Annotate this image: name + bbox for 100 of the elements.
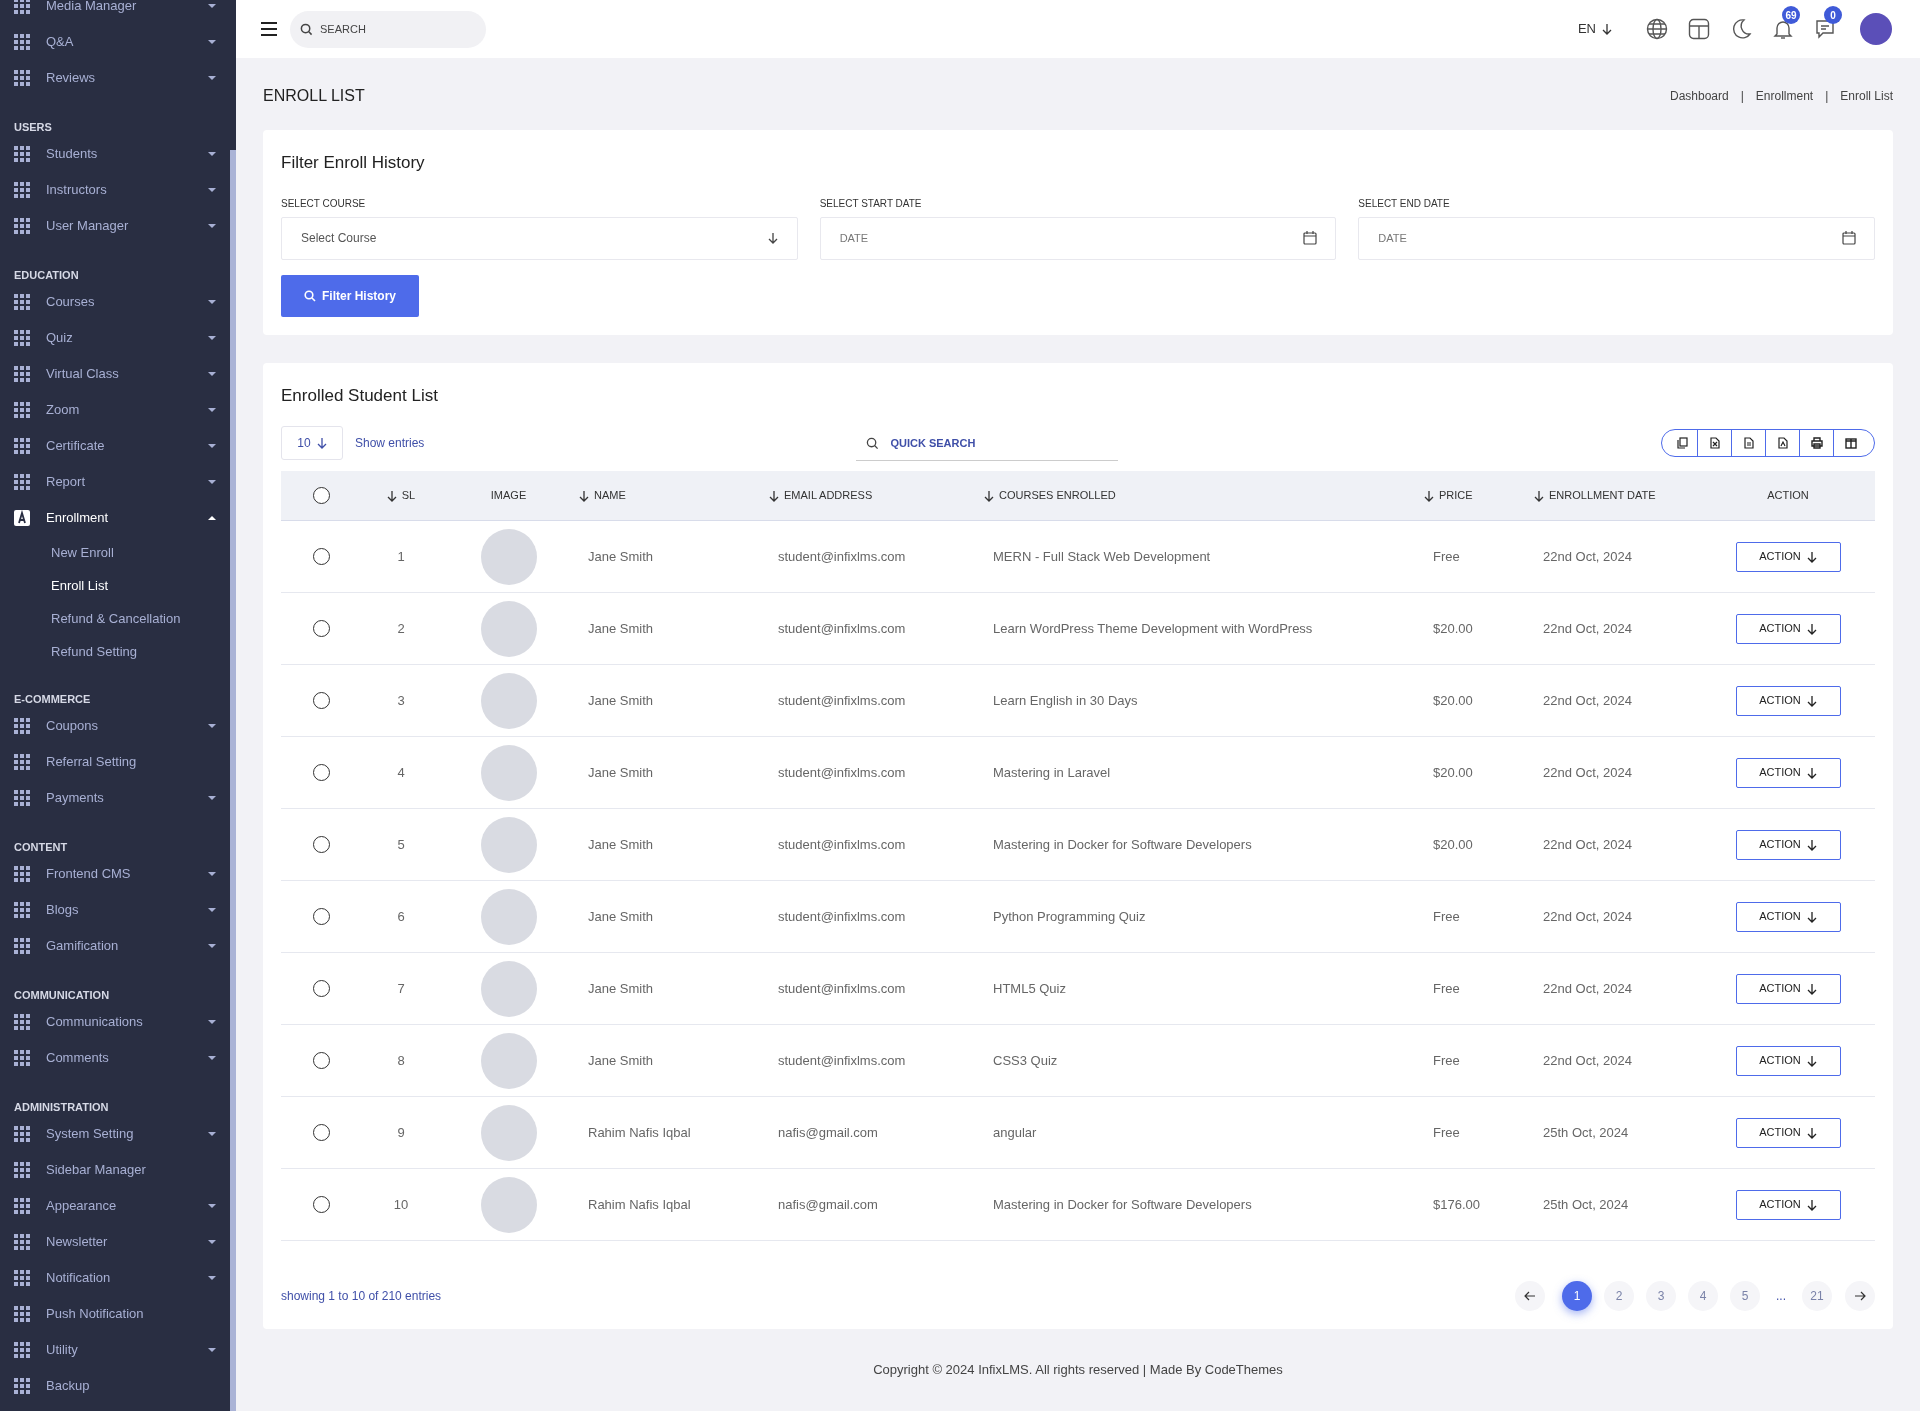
quick-search-field[interactable]: QUICK SEARCH <box>856 425 1119 461</box>
row-checkbox[interactable] <box>312 692 330 709</box>
submenu-item[interactable]: Enroll List <box>14 569 216 602</box>
column-header[interactable]: ENROLLMENT DATE <box>1531 487 1701 504</box>
action-button[interactable]: ACTION <box>1735 541 1841 572</box>
search-field[interactable]: SEARCH <box>290 10 486 48</box>
action-button[interactable]: ACTION <box>1735 1045 1841 1076</box>
row-checkbox[interactable] <box>312 836 330 853</box>
scrollbar[interactable] <box>230 150 236 1411</box>
course-select[interactable]: Select Course <box>281 216 798 260</box>
table-cell-text: Jane Smith <box>587 691 655 710</box>
sidebar-item[interactable]: Q&A <box>14 24 216 60</box>
breadcrumb-link[interactable]: Dashboard <box>1670 87 1729 105</box>
action-button[interactable]: ACTION <box>1735 613 1841 644</box>
grid-icon <box>14 866 30 882</box>
menu-icon[interactable] <box>260 22 278 36</box>
previous-page-button[interactable] <box>1515 1281 1545 1311</box>
filter-history-button[interactable]: Filter History <box>281 274 419 317</box>
page-button[interactable]: 4 <box>1688 1281 1718 1311</box>
submenu-item[interactable]: Refund Setting <box>14 635 216 668</box>
submenu-item[interactable]: Refund & Cancellation <box>14 602 216 635</box>
table-cell-text: 2 <box>396 619 406 638</box>
sidebar-item[interactable]: System Setting <box>14 1116 216 1152</box>
action-button[interactable]: ACTION <box>1735 901 1841 932</box>
sidebar-item[interactable]: Gamification <box>14 928 216 964</box>
sidebar-item[interactable]: Enrollment <box>14 500 216 536</box>
sidebar-item[interactable]: Appearance <box>14 1188 216 1224</box>
breadcrumb-link[interactable]: Enroll List <box>1840 87 1893 105</box>
page-button[interactable]: 1 <box>1562 1281 1592 1311</box>
print-icon <box>1810 437 1823 449</box>
table-cell-text: $20.00 <box>1432 763 1474 782</box>
arrow-down-icon <box>1806 694 1817 707</box>
action-button[interactable]: ACTION <box>1735 1189 1841 1220</box>
next-page-button[interactable] <box>1845 1281 1875 1311</box>
sidebar-item[interactable]: User Manager <box>14 208 216 244</box>
column-header[interactable]: EMAIL ADDRESS <box>766 487 981 504</box>
sidebar-item[interactable]: Instructors <box>14 172 216 208</box>
sidebar-item[interactable]: Backup <box>14 1368 216 1404</box>
row-checkbox[interactable] <box>312 980 330 997</box>
grid-icon <box>14 1162 30 1178</box>
sidebar-item[interactable]: Quiz <box>14 320 216 356</box>
action-button[interactable]: ACTION <box>1735 973 1841 1004</box>
action-button[interactable]: ACTION <box>1735 1117 1841 1148</box>
entries-summary: showing 1 to 10 of 210 entries <box>281 1288 442 1305</box>
date-field[interactable]: DATE <box>819 216 1337 260</box>
arrow-down-icon <box>1602 23 1612 35</box>
row-checkbox[interactable] <box>312 1124 330 1141</box>
column-header[interactable]: COURSES ENROLLED <box>981 487 1421 504</box>
page-size-select[interactable]: 10 <box>281 426 343 460</box>
page-button[interactable]: 3 <box>1646 1281 1676 1311</box>
moon-icon[interactable] <box>1730 18 1752 40</box>
table-cell-text: 4 <box>396 763 406 782</box>
action-button[interactable]: ACTION <box>1735 757 1841 788</box>
row-checkbox[interactable] <box>312 1196 330 1213</box>
column-header[interactable]: SL <box>361 487 441 504</box>
sidebar-item[interactable]: Report <box>14 464 216 500</box>
sidebar-item[interactable]: Students <box>14 136 216 172</box>
sidebar-item[interactable]: Communications <box>14 1004 216 1040</box>
avatar[interactable] <box>1860 13 1892 45</box>
row-checkbox[interactable] <box>312 487 330 504</box>
submenu-item[interactable]: New Enroll <box>14 536 216 569</box>
chat-icon[interactable] <box>1814 18 1836 40</box>
sidebar-item[interactable]: Push Notification <box>14 1296 216 1332</box>
row-checkbox[interactable] <box>312 908 330 925</box>
sidebar-item[interactable]: Comments <box>14 1040 216 1076</box>
sidebar-item[interactable]: Virtual Class <box>14 356 216 392</box>
bell-icon[interactable] <box>1772 18 1794 40</box>
column-header[interactable]: PRICE <box>1421 487 1531 504</box>
row-checkbox[interactable] <box>312 620 330 637</box>
date-field[interactable]: DATE <box>1358 216 1875 260</box>
row-checkbox[interactable] <box>312 548 330 565</box>
breadcrumb-link[interactable]: Enrollment <box>1755 87 1814 105</box>
page-button[interactable]: 21 <box>1802 1281 1832 1311</box>
globe-icon[interactable] <box>1646 18 1668 40</box>
row-checkbox[interactable] <box>312 764 330 781</box>
sidebar-item[interactable]: Utility <box>14 1332 216 1368</box>
table-cell-text: Jane Smith <box>587 979 655 998</box>
page-button[interactable]: 5 <box>1730 1281 1760 1311</box>
action-button[interactable]: ACTION <box>1735 829 1841 860</box>
sidebar-item[interactable]: Certificate <box>14 428 216 464</box>
sidebar-item[interactable]: Coupons <box>14 708 216 744</box>
row-checkbox[interactable] <box>312 1052 330 1069</box>
sidebar-item[interactable]: Reviews <box>14 60 216 96</box>
action-button[interactable]: ACTION <box>1735 685 1841 716</box>
sidebar-item[interactable]: Payments <box>14 780 216 816</box>
sidebar-item[interactable]: Frontend CMS <box>14 856 216 892</box>
layout-icon[interactable] <box>1688 18 1710 40</box>
sidebar-item[interactable]: Media Manager <box>14 0 216 24</box>
page-button[interactable]: 2 <box>1604 1281 1634 1311</box>
column-header[interactable]: NAME <box>576 487 766 504</box>
arrow-down-icon <box>1806 838 1817 851</box>
language-selector[interactable]: EN <box>1577 19 1612 39</box>
sidebar-item[interactable]: Referral Setting <box>14 744 216 780</box>
grid-icon <box>14 438 30 454</box>
sidebar-item[interactable]: Zoom <box>14 392 216 428</box>
sidebar-item[interactable]: Sidebar Manager <box>14 1152 216 1188</box>
sidebar-item[interactable]: Blogs <box>14 892 216 928</box>
sidebar-item[interactable]: Newsletter <box>14 1224 216 1260</box>
sidebar-item[interactable]: Notification <box>14 1260 216 1296</box>
sidebar-item[interactable]: Courses <box>14 284 216 320</box>
